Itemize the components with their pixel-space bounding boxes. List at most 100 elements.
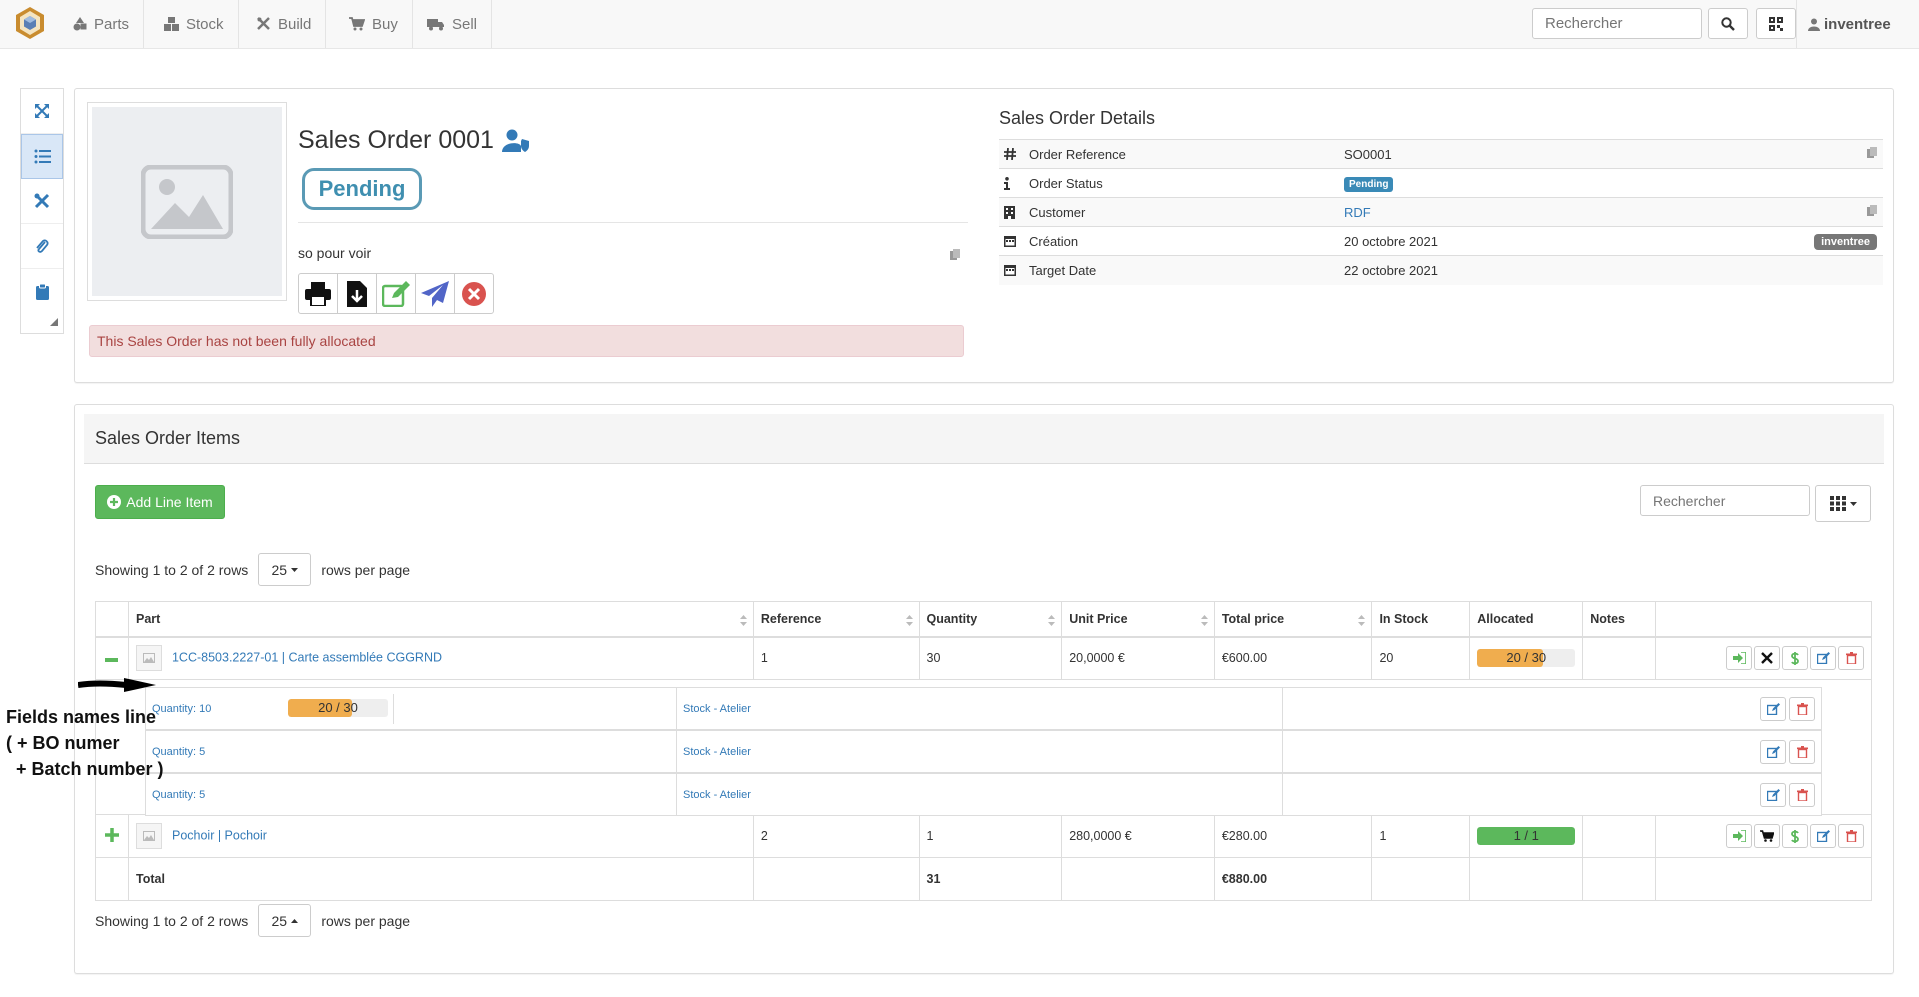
- col-actions: [1655, 601, 1872, 638]
- table-header-row: Part Reference Quantity Unit Price Total…: [95, 601, 1872, 638]
- columns-toggle-button[interactable]: [1815, 485, 1871, 522]
- sidebar-item-line-items[interactable]: [21, 134, 63, 179]
- page-size-select[interactable]: 25: [258, 904, 312, 937]
- allocate-button[interactable]: [1726, 824, 1752, 848]
- details-row-status: Order Status Pending: [999, 168, 1883, 198]
- tools-icon: [1761, 652, 1773, 665]
- clipboard-icon: [35, 283, 49, 300]
- edit-allocation-button[interactable]: [1760, 740, 1786, 764]
- collapse-row-button[interactable]: [95, 636, 129, 680]
- order-description: so pour voir: [298, 245, 372, 261]
- dollar-icon: [1791, 829, 1799, 843]
- copy-icon[interactable]: [1867, 204, 1877, 217]
- table-search-input[interactable]: [1640, 485, 1810, 516]
- nav-parts[interactable]: Parts: [59, 0, 145, 48]
- nav-search-input[interactable]: [1532, 8, 1702, 39]
- col-reference[interactable]: Reference: [752, 601, 920, 638]
- nav-search-button[interactable]: [1708, 8, 1748, 39]
- part-link[interactable]: 1CC-8503.2227-01 | Carte assemblée CGGRN…: [172, 651, 442, 665]
- add-line-item-button[interactable]: Add Line Item: [95, 485, 225, 519]
- complete-shipment-button[interactable]: [415, 273, 455, 314]
- stock-location-link[interactable]: Stock - Atelier: [676, 688, 751, 729]
- edit-icon: [1766, 746, 1780, 758]
- edit-order-button[interactable]: [376, 273, 416, 314]
- allocation-quantity-link[interactable]: Quantity: 5: [152, 789, 205, 801]
- nav-barcode-button[interactable]: [1756, 8, 1796, 39]
- order-thumbnail: [87, 102, 287, 301]
- customer-link[interactable]: RDF: [1344, 205, 1371, 220]
- cancel-order-button[interactable]: [454, 273, 494, 314]
- edit-line-button[interactable]: [1810, 824, 1836, 848]
- col-part[interactable]: Part: [127, 601, 754, 638]
- sidebar-item-notes[interactable]: [21, 269, 63, 314]
- pagination-bottom: Showing 1 to 2 of 2 rows 25 rows per pag…: [95, 904, 410, 937]
- col-allocated: Allocated: [1469, 601, 1584, 638]
- sidebar-item-attachments[interactable]: [21, 224, 63, 269]
- col-in-stock: In Stock: [1371, 601, 1471, 638]
- trash-icon: [1845, 652, 1857, 665]
- edit-icon: [1816, 830, 1830, 842]
- user-badge: inventree: [1814, 233, 1877, 250]
- copy-icon[interactable]: [1867, 146, 1877, 159]
- plus-circle-icon: [107, 495, 122, 509]
- sidebar-toggle[interactable]: [21, 89, 63, 134]
- part-link[interactable]: Pochoir | Pochoir: [172, 828, 267, 842]
- edit-line-button[interactable]: [1810, 646, 1836, 671]
- table-total-row: Total 31 €880.00: [95, 857, 1872, 901]
- sort-icon: [1200, 615, 1208, 626]
- annotation-text: Fields names line ( + BO numer + Batch n…: [6, 707, 164, 779]
- edit-allocation-button[interactable]: [1760, 783, 1786, 807]
- print-icon: [305, 281, 331, 306]
- stock-location-link[interactable]: Stock - Atelier: [676, 731, 751, 772]
- pagination-top: Showing 1 to 2 of 2 rows 25 rows per pag…: [95, 553, 410, 586]
- page-size-select[interactable]: 25: [258, 553, 312, 586]
- allocation-alert: This Sales Order has not been fully allo…: [89, 325, 964, 357]
- nav-stock[interactable]: Stock: [150, 0, 239, 48]
- nav-user-menu[interactable]: inventree: [1808, 0, 1891, 48]
- minus-icon: [105, 658, 119, 663]
- nav-buy[interactable]: Buy: [335, 0, 413, 48]
- price-button[interactable]: [1782, 824, 1808, 848]
- allocation-sub-row: Quantity: 5 Stock - Atelier: [145, 730, 1822, 773]
- sidebar: [20, 88, 64, 334]
- allocate-button[interactable]: [1726, 646, 1752, 671]
- nav-sell[interactable]: Sell: [413, 0, 493, 48]
- sidebar-resize-handle[interactable]: [50, 318, 58, 326]
- shapes-icon: [73, 17, 87, 31]
- copy-icon[interactable]: [950, 249, 960, 261]
- allocation-progress: 20 / 30: [288, 699, 388, 717]
- nav-build[interactable]: Build: [243, 0, 327, 48]
- sort-icon: [1358, 615, 1366, 626]
- print-button[interactable]: [298, 273, 338, 314]
- delete-line-button[interactable]: [1838, 646, 1864, 671]
- expand-row-button[interactable]: [95, 814, 129, 858]
- col-notes: Notes: [1582, 601, 1657, 638]
- details-row-reference: Order Reference SO0001: [999, 139, 1883, 169]
- col-unit-price[interactable]: Unit Price: [1061, 601, 1215, 638]
- expand-icon: [34, 103, 50, 119]
- part-thumbnail: [135, 823, 162, 849]
- delete-line-button[interactable]: [1838, 824, 1864, 848]
- sign-in-icon: [1732, 830, 1746, 842]
- caret-down-icon: [291, 567, 299, 572]
- edit-icon: [1766, 789, 1780, 801]
- price-button[interactable]: [1782, 646, 1808, 671]
- edit-allocation-button[interactable]: [1760, 697, 1786, 721]
- stock-location-link[interactable]: Stock - Atelier: [676, 774, 751, 815]
- build-stock-button[interactable]: [1754, 646, 1780, 671]
- purchase-stock-button[interactable]: [1754, 824, 1780, 848]
- delete-allocation-button[interactable]: [1789, 783, 1815, 807]
- delete-allocation-button[interactable]: [1789, 697, 1815, 721]
- cancel-icon: [461, 281, 487, 307]
- order-details-table: Order Reference SO0001 Order Status Pend…: [999, 139, 1883, 285]
- delete-allocation-button[interactable]: [1789, 740, 1815, 764]
- col-total-price[interactable]: Total price: [1213, 601, 1373, 638]
- sidebar-item-build-orders[interactable]: [21, 179, 63, 224]
- export-button[interactable]: [337, 273, 377, 314]
- search-icon: [1721, 16, 1735, 31]
- part-thumbnail: [135, 645, 162, 672]
- inventree-logo[interactable]: [14, 6, 46, 40]
- order-action-toolbar: [298, 273, 494, 314]
- sort-icon: [739, 615, 747, 626]
- col-quantity[interactable]: Quantity: [918, 601, 1063, 638]
